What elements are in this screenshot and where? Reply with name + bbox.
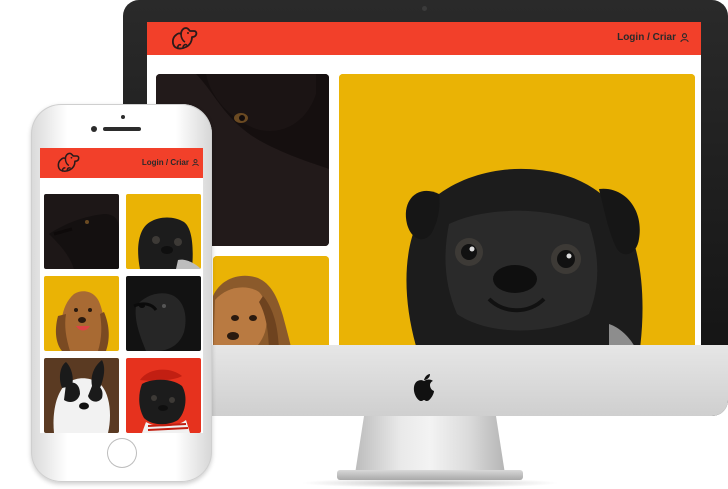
photo-pug[interactable] (126, 194, 201, 269)
mobile-screen: Login / Criar (40, 148, 203, 433)
photo-afghan-hound[interactable] (213, 256, 329, 345)
imac-camera (422, 6, 427, 11)
photo-french-bulldog[interactable] (44, 358, 119, 433)
imac-base (337, 470, 523, 480)
dog-logo-icon[interactable] (169, 25, 199, 52)
desktop-header: Login / Criar (147, 22, 701, 55)
phone-speaker (103, 127, 141, 131)
photo-pug[interactable] (339, 74, 695, 345)
imac-stand (355, 416, 505, 474)
login-label: Login / Criar (617, 32, 676, 43)
photo-pug-red-hat[interactable] (126, 358, 201, 433)
mobile-header: Login / Criar (40, 148, 203, 178)
user-icon (192, 159, 199, 166)
apple-logo-icon (413, 374, 434, 401)
phone-sensor (121, 115, 125, 119)
login-label: Login / Criar (141, 158, 189, 167)
photo-dark-dog[interactable] (126, 276, 201, 351)
desktop-screen: Login / Criar (147, 22, 701, 345)
photo-afghan-hound[interactable] (44, 276, 119, 351)
phone-camera (91, 126, 97, 132)
photo-black-dog[interactable] (44, 194, 119, 269)
login-link[interactable]: Login / Criar (617, 32, 689, 43)
login-link[interactable]: Login / Criar (142, 158, 199, 167)
user-icon (680, 33, 689, 42)
dog-logo-icon[interactable] (55, 150, 81, 175)
phone-home-button[interactable] (107, 438, 137, 468)
